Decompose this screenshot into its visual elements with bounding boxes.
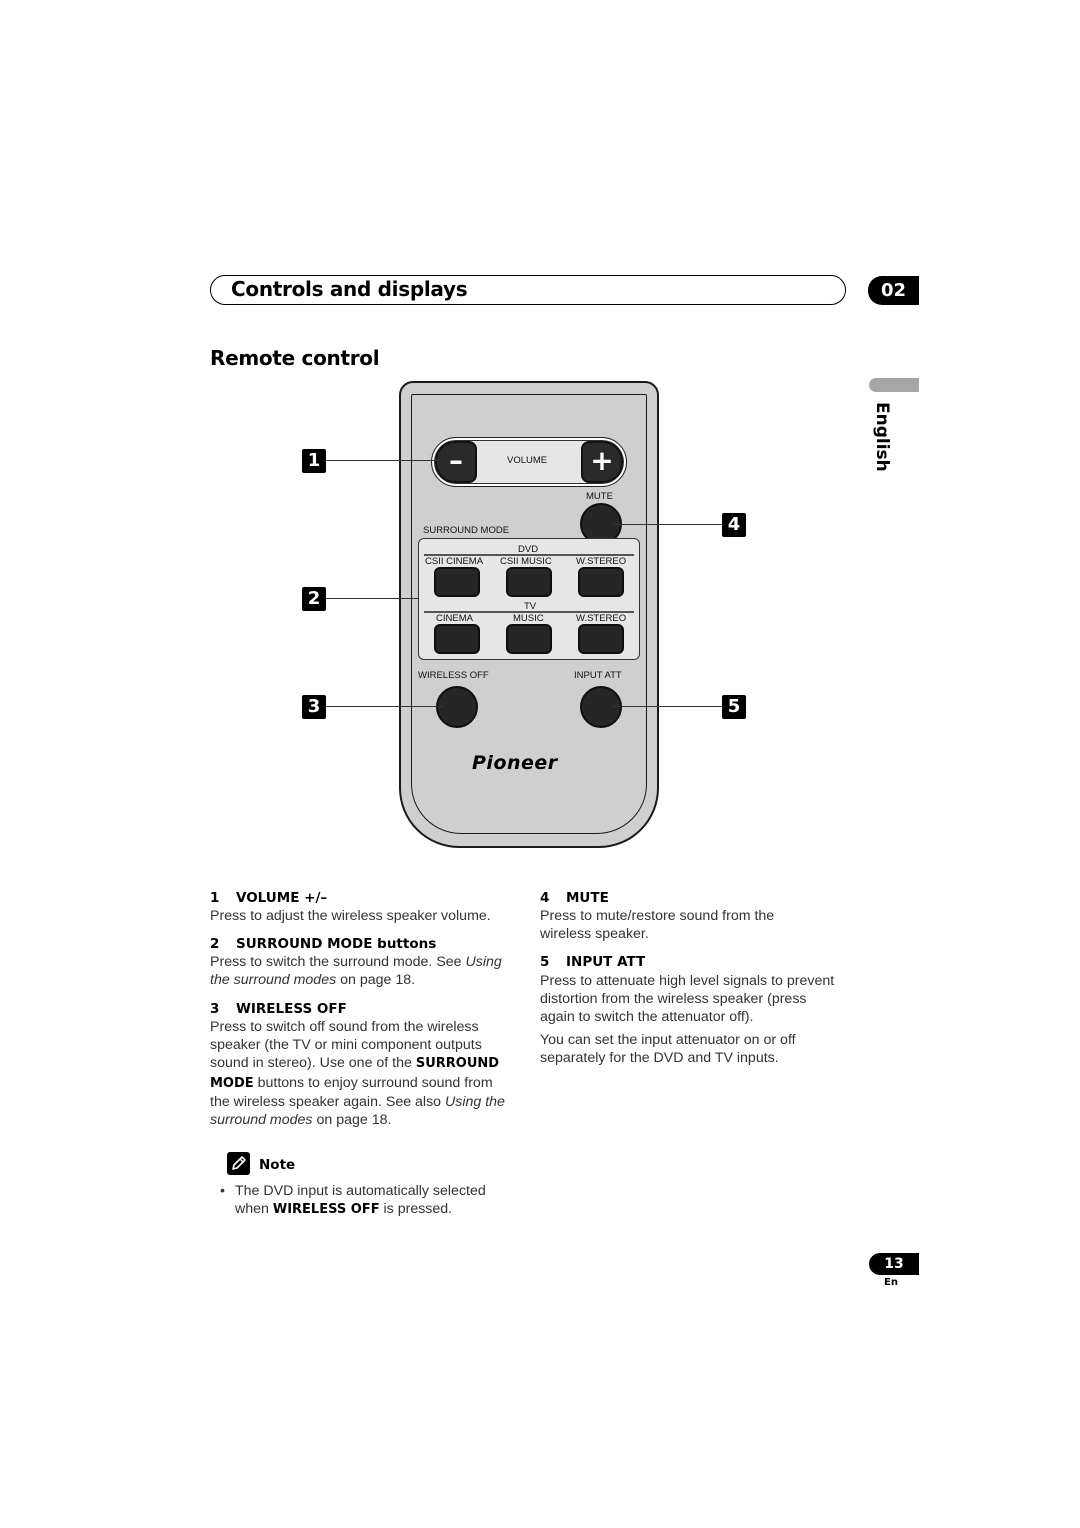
item-4-heading: 4 MUTE (540, 890, 609, 906)
page-language-code: En (884, 1277, 898, 1288)
item-5-extra-description: You can set the input attenuator on or o… (540, 1032, 796, 1067)
callout-3: 3 (302, 695, 326, 719)
item-2-description: Press to switch the surround mode. See U… (210, 954, 502, 989)
pencil-icon (232, 1156, 246, 1170)
callout-1: 1 (302, 449, 326, 473)
input-att-label: INPUT ATT (574, 670, 622, 681)
tv-cinema-label: CINEMA (436, 613, 473, 624)
bullet: • (220, 1183, 225, 1199)
tv-wstereo-button[interactable] (578, 624, 624, 654)
surround-mode-label: SURROUND MODE (423, 525, 510, 536)
dvd-csii-music-label: CSII MUSIC (500, 556, 552, 567)
callout-5: 5 (722, 695, 746, 719)
item-5-heading: 5 INPUT ATT (540, 954, 646, 970)
callout-2-leader (326, 598, 418, 599)
volume-minus-button[interactable]: – (435, 441, 477, 483)
item-4-description: Press to mute/restore sound from the wir… (540, 908, 775, 943)
tv-cinema-button[interactable] (434, 624, 480, 654)
wireless-off-button[interactable] (436, 686, 478, 728)
page-number: 13 (869, 1253, 919, 1275)
wireless-off-label: WIRELESS OFF (418, 670, 489, 681)
tv-wstereo-label: W.STEREO (576, 613, 627, 624)
dvd-wstereo-button[interactable] (578, 567, 624, 597)
mute-label: MUTE (586, 491, 613, 502)
pioneer-logo: Pioneer (472, 752, 558, 774)
chapter-title: Controls and displays (231, 277, 468, 301)
note-text: The DVD input is automatically selected … (235, 1183, 486, 1218)
item-2-heading: 2 SURROUND MODE buttons (210, 936, 437, 952)
chapter-number-badge: 02 (868, 276, 919, 305)
callout-4-leader (612, 524, 722, 525)
volume-label: VOLUME (507, 455, 548, 466)
item-5-description: Press to attenuate high level signals to… (540, 973, 835, 1026)
dvd-csii-music-button[interactable] (506, 567, 552, 597)
item-1-heading: 1 VOLUME +/– (210, 890, 328, 906)
note-bullet-item: • The DVD input is automatically selecte… (220, 1182, 510, 1219)
item-3-description: Press to switch off sound from the wirel… (210, 1019, 505, 1129)
item-1-description: Press to adjust the wireless speaker vol… (210, 908, 491, 924)
volume-plus-button[interactable]: + (581, 441, 623, 483)
dvd-wstereo-label: W.STEREO (576, 556, 627, 567)
language-tab-bar (869, 378, 919, 392)
dvd-csii-cinema-button[interactable] (434, 567, 480, 597)
callout-5-leader (612, 706, 722, 707)
note-pencil-icon (227, 1152, 250, 1175)
callout-2: 2 (302, 587, 326, 611)
callout-3-leader (326, 706, 444, 707)
callout-4: 4 (722, 513, 746, 537)
input-att-button[interactable] (580, 686, 622, 728)
section-title: Remote control (210, 346, 380, 370)
item-3-heading: 3 WIRELESS OFF (210, 1001, 347, 1017)
tv-music-button[interactable] (506, 624, 552, 654)
dvd-csii-cinema-label: CSII CINEMA (425, 556, 484, 567)
tv-music-label: MUSIC (513, 613, 544, 624)
note-heading: Note (259, 1157, 296, 1173)
language-tab-label: English (872, 402, 892, 472)
callout-1-leader (326, 460, 444, 461)
